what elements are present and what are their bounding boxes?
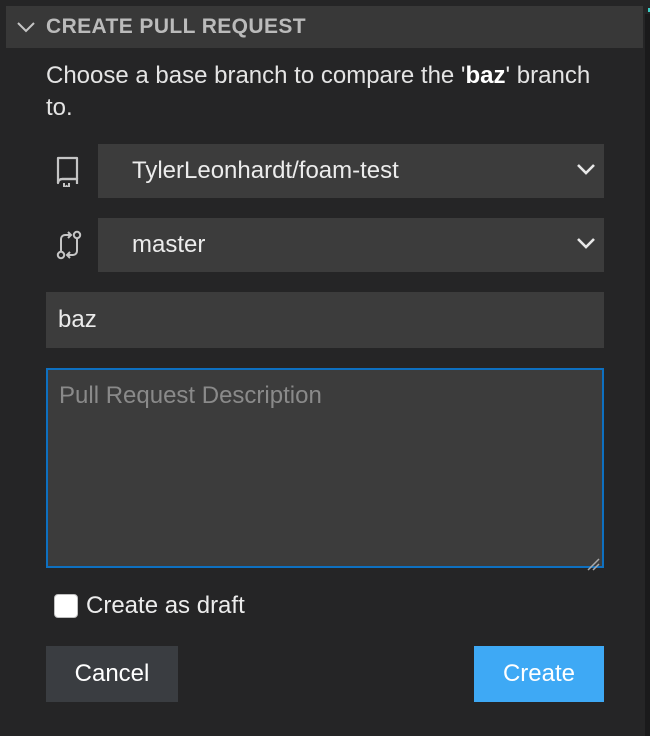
pr-title-value: baz [58,306,97,333]
draft-option: Create as draft [54,592,245,620]
base-branch-row: master [46,218,604,272]
base-branch-select-value: master [132,231,206,258]
panel-right-edge [645,14,650,736]
repository-select[interactable]: TylerLeonhardt/foam-test [98,144,604,198]
cancel-button[interactable]: Cancel [46,646,178,702]
chevron-down-icon[interactable] [14,15,38,39]
draft-label[interactable]: Create as draft [86,592,245,620]
intro-branch-name: baz [465,62,506,89]
intro-text: Choose a base branch to compare the 'baz… [46,60,606,124]
chevron-down-icon [576,236,596,254]
pr-description-textarea[interactable]: Pull Request Description [46,368,604,571]
repo-icon [46,144,98,198]
chevron-down-icon [576,162,596,180]
base-branch-select[interactable]: master [98,218,604,272]
intro-prefix: Choose a base branch to compare the ' [46,62,466,89]
repository-select-value: TylerLeonhardt/foam-test [132,157,399,184]
pr-title-input[interactable]: baz [46,292,604,348]
section-header[interactable]: CREATE PULL REQUEST [6,6,643,48]
resize-grip-icon[interactable] [586,550,600,571]
git-compare-icon [46,218,98,272]
repository-row: TylerLeonhardt/foam-test [46,144,604,198]
draft-checkbox[interactable] [54,594,78,618]
create-button[interactable]: Create [474,646,604,702]
pr-description-placeholder: Pull Request Description [59,382,322,409]
section-title: CREATE PULL REQUEST [46,15,307,38]
